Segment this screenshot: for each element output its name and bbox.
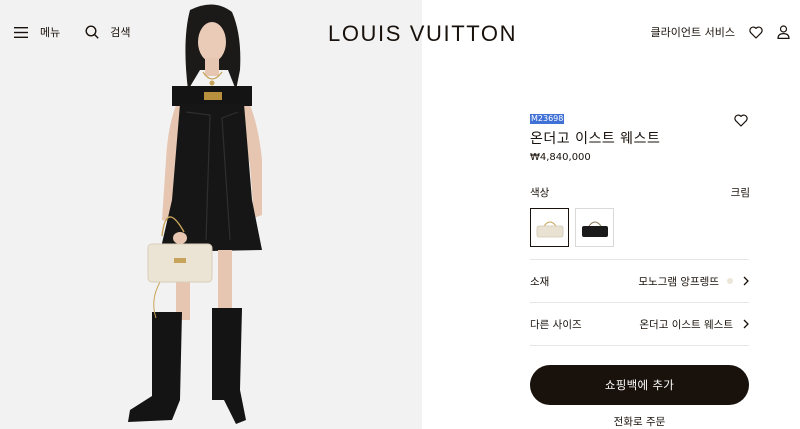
material-color-dot [727, 278, 733, 284]
cream-bag-thumbnail [536, 221, 563, 237]
product-sku: M23698 [530, 114, 565, 124]
divider [530, 259, 749, 260]
material-row[interactable]: 소재 모노그램 앙프렝뜨 [530, 271, 749, 291]
hamburger-icon [14, 26, 28, 38]
other-size-value-wrap: 온더고 이스트 웨스트 [639, 317, 749, 332]
header-left-nav: 메뉴 검색 [14, 24, 131, 40]
brand-logo[interactable]: LOUIS VUITTON [328, 21, 516, 47]
search-icon [85, 25, 99, 39]
other-size-row[interactable]: 다른 사이즈 온더고 이스트 웨스트 [530, 314, 749, 334]
divider [530, 302, 749, 303]
color-label: 색상 [530, 187, 550, 199]
add-to-cart-button[interactable]: 쇼핑백에 추가 [530, 365, 749, 405]
chevron-right-icon [743, 276, 749, 286]
search-label: 검색 [110, 26, 131, 39]
heart-icon [749, 25, 763, 39]
divider [530, 345, 749, 346]
client-service-link[interactable]: 클라이언트 서비스 [651, 24, 735, 40]
swatch-cream[interactable] [530, 208, 569, 247]
other-size-label: 다른 사이즈 [530, 318, 582, 331]
material-value: 모노그램 앙프렝뜨 [638, 275, 719, 288]
header-right-nav: 클라이언트 서비스 [651, 24, 790, 40]
material-value-wrap: 모노그램 앙프렝뜨 [638, 274, 749, 289]
menu-label: 메뉴 [40, 26, 61, 39]
black-bag-thumbnail [581, 221, 608, 237]
menu-button[interactable]: 메뉴 [14, 24, 60, 40]
swatch-black[interactable] [575, 208, 614, 247]
phone-order-link[interactable]: 전화로 주문 [530, 414, 749, 429]
account-button[interactable] [777, 25, 790, 39]
product-title: 온더고 이스트 웨스트 [530, 131, 661, 147]
search-button[interactable]: 검색 [85, 24, 131, 40]
add-to-wishlist-button[interactable] [734, 112, 748, 131]
product-price: ₩4,840,000 [530, 152, 591, 163]
chevron-right-icon [743, 319, 749, 329]
user-icon [777, 25, 790, 39]
other-size-value: 온더고 이스트 웨스트 [639, 318, 733, 331]
site-header: 메뉴 검색 LOUIS VUITTON 클라이언트 서비스 [0, 0, 800, 68]
material-label: 소재 [530, 275, 550, 288]
wishlist-button[interactable] [749, 25, 763, 39]
selected-color-value: 크림 [730, 187, 750, 199]
heart-icon [734, 114, 748, 127]
